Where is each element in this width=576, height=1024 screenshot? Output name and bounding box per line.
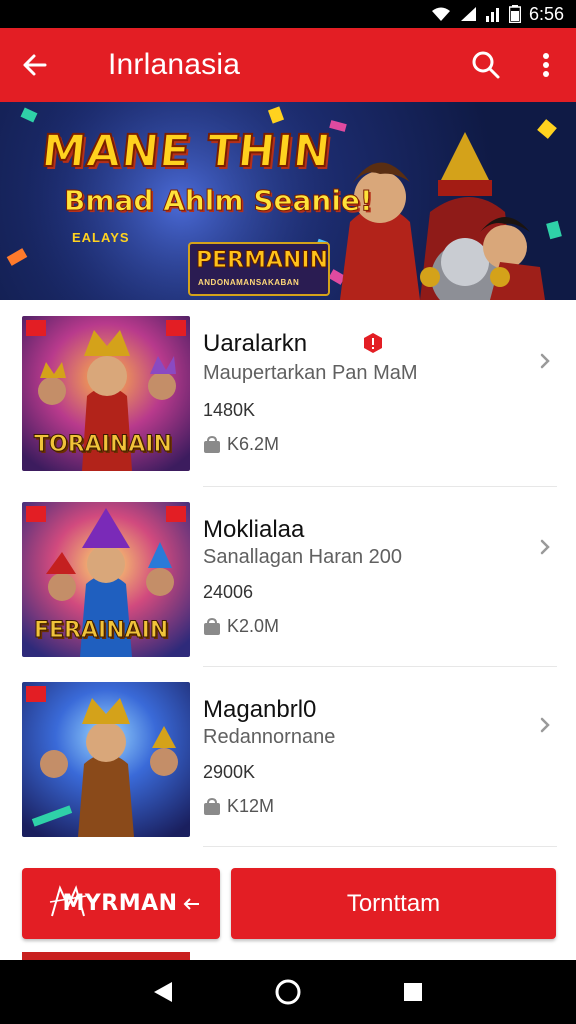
app-thumbnail: TORAINAIN xyxy=(22,316,190,471)
page-title: Inrlanasia xyxy=(108,48,241,81)
bag-icon xyxy=(204,797,220,815)
banner-logo-text: PERMANIN xyxy=(195,248,329,274)
app-subtitle: Redannornane xyxy=(203,726,336,748)
brand-logo-icon xyxy=(49,885,87,917)
alert-badge-icon xyxy=(364,333,382,353)
chevron-right-icon[interactable] xyxy=(536,536,554,558)
bag-icon xyxy=(204,617,220,635)
download-count: 1480K xyxy=(203,400,256,420)
thumbnail-title: TORAINAIN xyxy=(34,432,173,458)
bag-icon xyxy=(204,435,220,453)
status-bar: 6:56 xyxy=(0,0,576,28)
app-size-label: K6.2M xyxy=(227,434,280,454)
corner-tag xyxy=(26,506,46,522)
more-options-button[interactable] xyxy=(516,28,576,102)
app-name: Moklialaa xyxy=(203,516,305,543)
app-subtitle: Maupertarkan Pan MaM xyxy=(203,362,418,384)
list-item[interactable]: TORAINAIN Uaralarkn Maupertarkan Pan MaM… xyxy=(0,300,576,487)
chevron-right-icon[interactable] xyxy=(536,350,554,372)
app-bar: Inrlanasia xyxy=(0,28,576,102)
search-button[interactable] xyxy=(456,28,516,102)
recents-square-icon xyxy=(404,983,423,1001)
app-size: K6.2M xyxy=(203,434,279,455)
download-count: 24006 xyxy=(203,582,254,602)
corner-tag xyxy=(26,320,46,336)
app-thumbnail: FERAINAIN xyxy=(22,502,190,657)
wifi-icon xyxy=(431,6,451,22)
banner-subtitle: Bmad Ahlm Seanie! xyxy=(64,184,374,218)
list-item[interactable]: Maganbrl0 Redannornane 2900K K12M xyxy=(0,666,576,847)
nav-recents-button[interactable] xyxy=(393,972,433,1012)
more-vert-icon xyxy=(543,53,549,77)
corner-tag xyxy=(166,506,186,522)
search-icon xyxy=(472,51,500,79)
battery-icon xyxy=(508,5,521,23)
arrow-left-small-icon xyxy=(183,897,199,910)
back-button[interactable] xyxy=(0,28,68,102)
app-size-label: K2.0M xyxy=(227,616,280,636)
banner-logo-subtext: ANDONAMANSAKABAN xyxy=(198,278,300,287)
nav-back-button[interactable] xyxy=(143,972,183,1012)
promo-banner[interactable]: MANE THIN Bmad Ahlm Seanie! EALAYS PERMA… xyxy=(0,102,576,300)
system-nav-bar xyxy=(0,960,576,1024)
divider xyxy=(203,846,557,847)
signal-bars-icon xyxy=(485,6,501,22)
app-size: K2.0M xyxy=(203,616,279,637)
thumbnail-artwork xyxy=(22,682,190,837)
thumbnail-title: FERAINAIN xyxy=(33,618,169,644)
home-circle-icon xyxy=(275,979,301,1005)
download-count: 2900K xyxy=(203,762,256,782)
list-item[interactable]: FERAINAIN Moklialaa Sanallagan Haran 200… xyxy=(0,486,576,667)
app-size: K12M xyxy=(203,796,274,817)
corner-tag xyxy=(26,686,46,702)
app-size-label: K12M xyxy=(227,796,275,816)
chevron-right-icon[interactable] xyxy=(536,714,554,736)
banner-title: MANE THIN xyxy=(38,125,334,178)
app-name: Maganbrl0 xyxy=(203,696,317,723)
clock: 6:56 xyxy=(528,3,564,24)
brand-button[interactable]: MYRMAN xyxy=(22,868,220,939)
arrow-left-icon xyxy=(23,54,47,76)
app-thumbnail xyxy=(22,682,190,837)
banner-logo: PERMANIN ANDONAMANSAKABAN xyxy=(188,242,330,296)
app-subtitle: Sanallagan Haran 200 xyxy=(203,546,403,568)
signal-icon xyxy=(459,6,477,22)
back-triangle-icon xyxy=(153,982,172,1002)
app-name: Uaralarkn xyxy=(203,330,308,357)
primary-action-button[interactable]: Tornttam xyxy=(231,868,556,939)
banner-small-text: EALAYS xyxy=(72,230,130,245)
nav-home-button[interactable] xyxy=(268,972,308,1012)
corner-tag xyxy=(166,320,186,336)
